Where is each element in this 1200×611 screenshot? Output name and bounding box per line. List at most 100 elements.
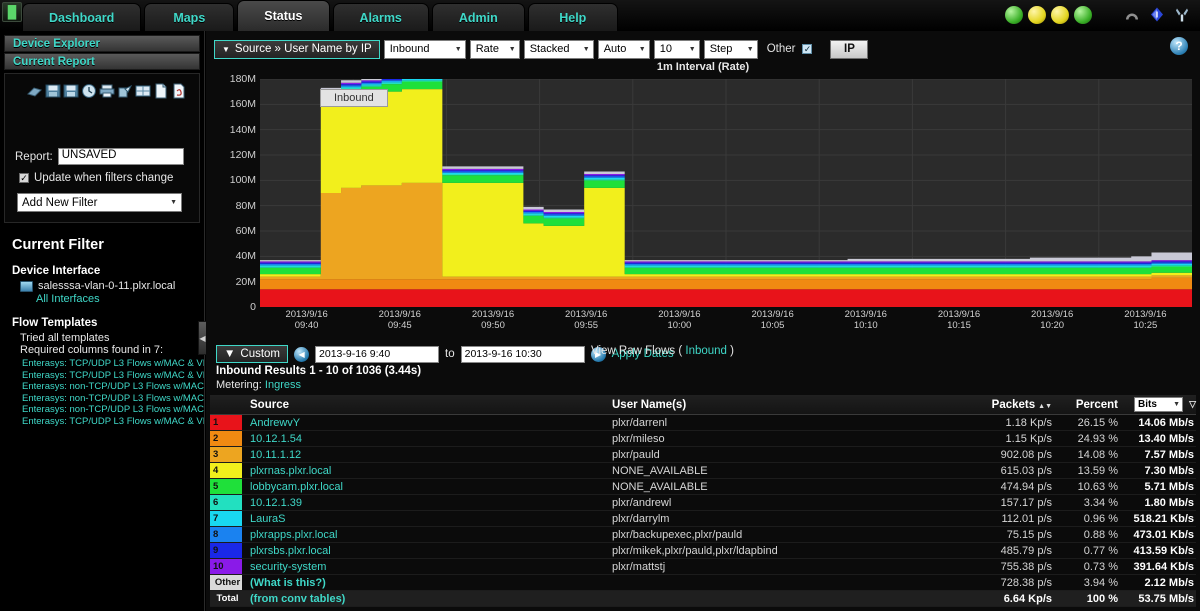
row-source[interactable]: lobbycam.plxr.local (242, 481, 612, 493)
export-icon[interactable] (117, 83, 133, 99)
table-body: 1 AndrewvY plxr/darrenl 1.18 Kp/s 26.15 % 14.… (210, 415, 1196, 607)
row-percent: 10.63 % (1077, 480, 1118, 493)
status-orb-group (1005, 6, 1092, 24)
report-name-input[interactable]: UNSAVED (57, 148, 184, 165)
table-row[interactable]: 2 10.12.1.54 plxr/mileso 1.15 Kp/s 24.93 % 13… (210, 431, 1196, 447)
date-to-input[interactable]: 2013-9-16 10:30 (460, 345, 585, 363)
header-packets-label: Packets (991, 398, 1036, 411)
panel-header-device-explorer[interactable]: Device Explorer (4, 35, 200, 52)
header-source[interactable]: Source (242, 399, 612, 411)
direction-select[interactable]: Inbound ▼ (383, 39, 466, 59)
row-usernames: plxr/darrenl (612, 416, 668, 429)
status-orb-yellow-2[interactable] (1028, 6, 1046, 24)
prev-range-button[interactable]: ◀ (294, 346, 310, 362)
schedule-icon[interactable] (81, 83, 97, 99)
total-source-label[interactable]: (from conv tables) (242, 593, 612, 605)
source-dimension-button[interactable]: ▼ Source » User Name by IP (214, 39, 380, 59)
table-row[interactable]: 9 plxrsbs.plxr.local plxr/mikek,plxr/pauld… (210, 543, 1196, 559)
flow-template-item[interactable]: Enterasys: non-TCP/UDP L3 Flows w/MAC & (22, 393, 204, 405)
table-row[interactable]: 8 plxrapps.plxr.local plxr/backupexec,plxr… (210, 527, 1196, 543)
x-axis-tick: 2013/9/16 10:00 (658, 309, 700, 331)
save-icon[interactable] (45, 83, 61, 99)
scale-value: Auto (603, 43, 627, 55)
result-count-select[interactable]: 10 ▼ (653, 39, 700, 59)
view-raw-link[interactable]: Inbound (685, 345, 727, 357)
save-as-icon[interactable] (63, 83, 79, 99)
row-rank: 9 (210, 543, 242, 558)
tools-icon[interactable] (1174, 6, 1190, 23)
table-icon[interactable] (135, 83, 151, 99)
date-preset-button[interactable]: ▼ Custom (216, 345, 289, 363)
table-row[interactable]: 10 security-system plxr/mattstj 755.38 p/s 0… (210, 559, 1196, 575)
panel-header-current-report[interactable]: Current Report (4, 53, 200, 70)
header-percent[interactable]: Percent (1052, 399, 1118, 411)
results-summary: Inbound Results 1 - 10 of 1036 (3.44s) (216, 365, 422, 377)
x-tick-time: 09:45 (387, 320, 412, 331)
tab-status[interactable]: Status (237, 0, 330, 31)
status-orb-yellow-3[interactable] (1051, 6, 1069, 24)
view-raw-flows[interactable]: View Raw Flows ( Inbound ) (591, 345, 734, 357)
all-interfaces-link[interactable]: All Interfaces (36, 293, 204, 305)
header-packets[interactable]: Packets ▲▼ (942, 399, 1052, 411)
tab-alarms[interactable]: Alarms (332, 3, 429, 31)
table-row[interactable]: 5 lobbycam.plxr.local NONE_AVAILABLE 474.94… (210, 479, 1196, 495)
row-packets: 485.79 p/s (1000, 544, 1052, 557)
metering-value[interactable]: Ingress (265, 379, 301, 391)
row-source[interactable]: plxrapps.plxr.local (242, 529, 612, 541)
header-username[interactable]: User Name(s) (612, 399, 942, 411)
page-icon[interactable] (153, 83, 169, 99)
x-tick-time: 09:55 (574, 320, 599, 331)
status-orb-green-4[interactable] (1074, 6, 1092, 24)
chart-style-select[interactable]: Stacked ▼ (523, 39, 594, 59)
ip-button[interactable]: IP (830, 39, 869, 59)
device-interface-row[interactable]: salesssa-vlan-0-11.plxr.local (20, 280, 204, 292)
chart-y-axis: 180M 160M 140M 120M 100M 80M 60M 40M 20M 0 (214, 73, 260, 313)
info-icon[interactable] (1149, 6, 1165, 23)
print-icon[interactable] (99, 83, 115, 99)
metric-select[interactable]: Rate ▼ (469, 39, 520, 59)
row-usernames: plxr/pauld (612, 448, 660, 461)
status-orb-green-1[interactable] (1005, 6, 1023, 24)
flow-template-item[interactable]: Enterasys: non-TCP/UDP L3 Flows w/MAC & (22, 404, 204, 416)
table-row[interactable]: 1 AndrewvY plxr/darrenl 1.18 Kp/s 26.15 % 14.… (210, 415, 1196, 431)
row-source[interactable]: 10.11.1.12 (242, 449, 612, 461)
tab-maps[interactable]: Maps (144, 3, 235, 31)
update-on-filter-change-row[interactable]: ✓ Update when filters change (5, 172, 199, 184)
row-source[interactable]: plxrnas.plxr.local (242, 465, 612, 477)
date-from-input[interactable]: 2013-9-16 9:40 (315, 345, 440, 363)
row-source[interactable]: LauraS (242, 513, 612, 525)
bits-unit-select[interactable]: Bits ▼ (1134, 397, 1184, 412)
row-source[interactable]: plxrsbs.plxr.local (242, 545, 612, 557)
row-source[interactable]: 10.12.1.54 (242, 433, 612, 445)
eraser-icon[interactable] (27, 83, 43, 99)
flow-template-item[interactable]: Enterasys: non-TCP/UDP L3 Flows w/MAC & (22, 381, 204, 393)
tab-help[interactable]: Help (527, 3, 618, 31)
table-row[interactable]: 3 10.11.1.12 plxr/pauld 902.08 p/s 14.08 % 7.… (210, 447, 1196, 463)
row-source[interactable]: AndrewvY (242, 417, 612, 429)
arch-icon[interactable] (1124, 6, 1140, 23)
chevron-down-icon: ▼ (224, 348, 236, 360)
filter-icon[interactable]: ▽ (1189, 399, 1196, 410)
row-source[interactable]: security-system (242, 561, 612, 573)
flow-template-item[interactable]: Enterasys: TCP/UDP L3 Flows w/MAC & VLA (22, 416, 204, 428)
table-row[interactable]: 4 plxrnas.plxr.local NONE_AVAILABLE 615.03 … (210, 463, 1196, 479)
tab-dashboard[interactable]: Dashboard (22, 3, 142, 31)
flow-template-item[interactable]: Enterasys: TCP/UDP L3 Flows w/MAC & VLA (22, 370, 204, 382)
flow-template-item[interactable]: Enterasys: TCP/UDP L3 Flows w/MAC & VLA (22, 358, 204, 370)
add-new-filter-select[interactable]: Add New Filter ▼ (17, 193, 182, 212)
row-percent: 0.96 % (1083, 512, 1118, 525)
table-row[interactable]: 6 10.12.1.39 plxr/andrewl 157.17 p/s 3.34 % 1… (210, 495, 1196, 511)
scale-select[interactable]: Auto ▼ (597, 39, 650, 59)
chart-plot-area[interactable]: Inbound (260, 79, 1192, 307)
table-row[interactable]: 7 LauraS plxr/darrylm 112.01 p/s 0.96 % 518.2… (210, 511, 1196, 527)
x-tick-date: 2013/9/16 (378, 309, 421, 320)
pdf-icon[interactable] (171, 83, 187, 99)
other-source-label[interactable]: (What is this?) (242, 577, 612, 589)
other-checkbox[interactable]: ✓ (802, 44, 813, 54)
interpolation-select[interactable]: Step ▼ (703, 39, 758, 59)
help-icon[interactable]: ? (1170, 37, 1188, 55)
table-other-row[interactable]: Other (What is this?) 728.38 p/s 3.94 % 2.12… (210, 575, 1196, 591)
row-source[interactable]: 10.12.1.39 (242, 497, 612, 509)
update-checkbox[interactable]: ✓ (19, 173, 29, 183)
tab-admin[interactable]: Admin (431, 3, 525, 31)
